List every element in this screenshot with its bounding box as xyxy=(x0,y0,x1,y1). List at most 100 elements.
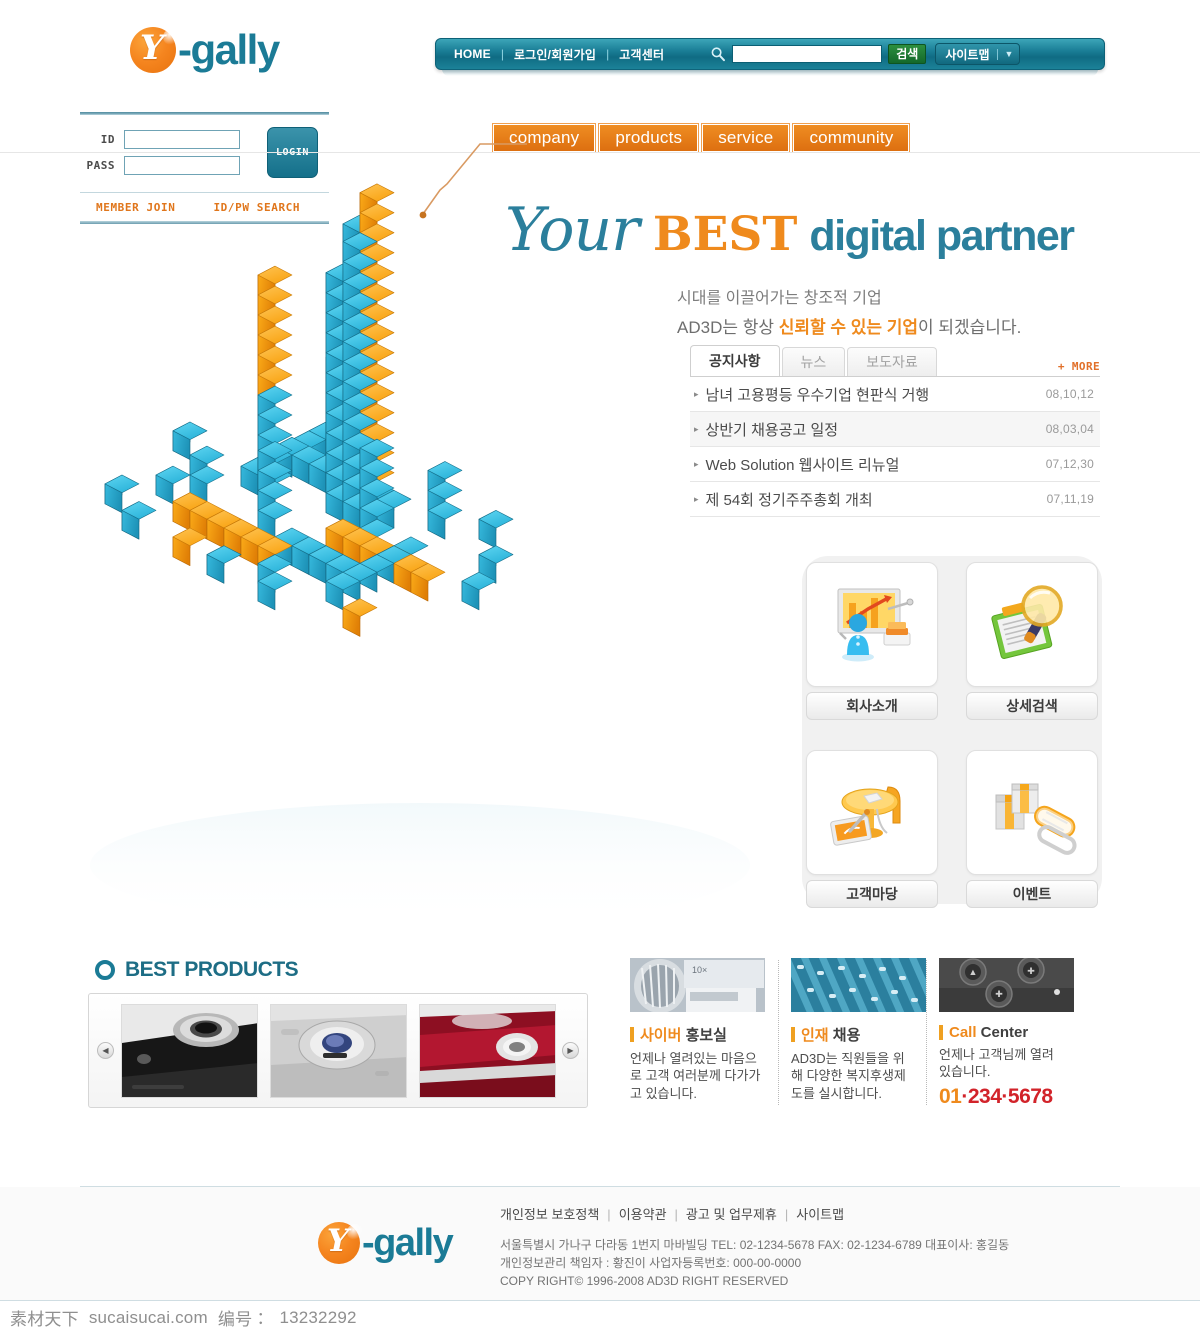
hero-sub2-highlight: 신뢰할 수 있는 기업 xyxy=(778,318,919,337)
pass-label: PASS xyxy=(86,159,115,172)
watermark-id-label: 编号： xyxy=(217,1310,270,1329)
notice-row[interactable]: ▸ Web Solution 웹사이트 리뉴얼 07,12,30 xyxy=(690,447,1100,482)
search-input[interactable] xyxy=(732,45,883,63)
slider-items xyxy=(120,1003,556,1098)
product-thumb[interactable] xyxy=(269,1003,407,1098)
quick-menu-label[interactable]: 회사소개 xyxy=(806,692,938,720)
sitemap-label: 사이트맵 xyxy=(945,47,990,62)
info-heading: 인재 채용 xyxy=(791,1024,916,1045)
menu-item-service[interactable]: service xyxy=(702,124,790,152)
sitemap-dropdown-button[interactable]: 사이트맵 ▼ xyxy=(935,43,1021,65)
hero-word-best: BEST xyxy=(652,207,798,262)
quick-menu-label[interactable]: 이벤트 xyxy=(966,880,1098,908)
menu-item-community[interactable]: community xyxy=(793,124,910,152)
quick-menu-panel: 회사소개 상세검색 고객마당 이벤트 xyxy=(802,556,1102,908)
control-buttons-photo: ▲✚✚ xyxy=(939,956,1074,1012)
top-navigation-bar: HOME | 로그인/회원가입 | 고객센터 검색 사이트맵 ▼ xyxy=(435,38,1105,76)
main-menu: company products service community xyxy=(493,124,910,152)
gift-box-icon xyxy=(995,783,1077,855)
topnav-link-customer-center[interactable]: 고객센터 xyxy=(609,46,674,63)
tab-press[interactable]: 보도자료 xyxy=(847,347,937,376)
notice-row[interactable]: ▸ 상반기 채용공고 일정 08,03,04 xyxy=(690,412,1100,447)
footer-logo-mark-icon: Y xyxy=(318,1222,363,1264)
hero-sub2-pre: AD3D는 항상 xyxy=(677,318,779,337)
id-pw-search-link[interactable]: ID/PW SEARCH xyxy=(213,201,300,214)
tab-notice[interactable]: 공지사항 xyxy=(690,345,780,376)
quick-menu-label[interactable]: 고객마당 xyxy=(806,880,938,908)
info-box-pr: 10× 사이버 홍보실 언제나 열려있는 마음으로 고객 여러분께 다가가고 있… xyxy=(630,958,778,1109)
footer-link-ads[interactable]: 광고 및 업무제휴 xyxy=(686,1207,777,1222)
quick-menu-item-search[interactable]: 상세검색 xyxy=(966,562,1098,722)
slider-next-button[interactable]: ▶ xyxy=(562,1042,579,1059)
notice-row[interactable]: ▸ 제 54회 정기주주총회 개최 07,11,19 xyxy=(690,482,1100,517)
quick-menu-item-company[interactable]: 회사소개 xyxy=(806,562,938,722)
best-products-slider: ◀ ▶ xyxy=(88,993,588,1108)
footer-logo[interactable]: Y -gally xyxy=(318,1222,454,1264)
notice-date: 08,10,12 xyxy=(1045,387,1094,401)
camera-lens-photo: 10× xyxy=(630,958,765,1013)
info-heading: 사이버 홍보실 xyxy=(630,1024,768,1045)
product-thumb[interactable] xyxy=(418,1003,556,1098)
footer-link-terms[interactable]: 이용약관 xyxy=(619,1207,667,1222)
accent-bar-icon xyxy=(630,1027,634,1042)
topnav-link-home[interactable]: HOME xyxy=(444,47,501,61)
footer-links: 개인정보 보호정책 | 이용약관 | 광고 및 업무제휴 | 사이트맵 xyxy=(500,1204,844,1223)
footer-link-sitemap[interactable]: 사이트맵 xyxy=(796,1207,844,1222)
password-input[interactable] xyxy=(124,156,240,175)
footer-link-privacy[interactable]: 개인정보 보호정책 xyxy=(500,1207,599,1222)
watermark-id-value: 13232292 xyxy=(279,1307,357,1327)
best-products-title: BEST PRODUCTS xyxy=(125,958,299,981)
accent-bar-icon xyxy=(791,1027,795,1042)
search-icon xyxy=(711,47,726,62)
notice-date: 07,12,30 xyxy=(1045,457,1094,471)
notice-board-tabs: 공지사항 뉴스 보도자료 + MORE xyxy=(690,345,1100,376)
stock-site-watermark: 素材天下 sucaisucai.com 编号： 13232292 xyxy=(10,1302,357,1333)
logo-mark-icon: Y xyxy=(130,27,179,73)
watermark-site-url: sucaisucai.com xyxy=(88,1307,208,1327)
info-body: AD3D는 직원들을 위해 다양한 복지후생제도를 실시합니다. xyxy=(791,1051,906,1101)
watermark-divider xyxy=(0,1300,1200,1301)
hero-heading-block: Your BEST digital partner 시대를 이끌어가는 창조적 … xyxy=(505,200,1105,338)
quick-menu-grid: 회사소개 상세검색 고객마당 이벤트 xyxy=(802,556,1102,916)
hero-sub2-post: 이 되겠습니다. xyxy=(918,318,1022,337)
footer-separator: | xyxy=(784,1207,789,1222)
topnav-link-login-join[interactable]: 로그인/회원가입 xyxy=(504,46,606,63)
notice-row[interactable]: ▸ 남녀 고용평등 우수기업 현판식 거행 08,10,12 xyxy=(690,377,1100,412)
notice-title: Web Solution 웹사이트 리뉴얼 xyxy=(705,456,900,474)
login-row-id: ID xyxy=(80,130,260,149)
login-helper-links: MEMBER JOIN ID/PW SEARCH xyxy=(80,193,329,221)
logo-y-glyph: Y xyxy=(139,28,165,68)
info-boxes: 10× 사이버 홍보실 언제나 열려있는 마음으로 고객 여러분께 다가가고 있… xyxy=(630,952,1100,1109)
notice-title: 상반기 채용공고 일정 xyxy=(705,421,839,439)
member-join-link[interactable]: MEMBER JOIN xyxy=(96,201,175,214)
slider-prev-button[interactable]: ◀ xyxy=(97,1042,114,1059)
quick-menu-label[interactable]: 상세검색 xyxy=(966,692,1098,720)
logo-wordmark: -gally xyxy=(178,26,280,73)
product-silver-phone-image xyxy=(270,1004,406,1097)
info-box-call-center: ▲✚✚ Call Center 언제나 고객님께 열려있습니다. 01·234·… xyxy=(926,956,1074,1109)
id-input[interactable] xyxy=(124,130,240,149)
presentation-chart-icon xyxy=(837,588,914,661)
hero-subtitle-1: 시대를 이끌어가는 창조적 기업 xyxy=(677,290,882,307)
menu-item-products[interactable]: products xyxy=(599,124,699,152)
tab-news[interactable]: 뉴스 xyxy=(781,347,846,376)
info-body: 언제나 고객님께 열려있습니다. xyxy=(939,1047,1054,1080)
more-link[interactable]: + MORE xyxy=(1058,360,1100,373)
accent-bar-icon xyxy=(939,1025,943,1040)
info-thumb: 10× xyxy=(630,958,765,1016)
bullet-icon: ▸ xyxy=(694,423,699,434)
hero-headline: Your BEST digital partner xyxy=(505,200,1105,272)
footer-logo-wordmark: -gally xyxy=(362,1222,454,1264)
search-button[interactable]: 검색 xyxy=(888,44,927,64)
site-logo[interactable]: Y -gally xyxy=(130,24,280,76)
product-thumb[interactable] xyxy=(120,1003,258,1098)
footer-logo-y-glyph: Y xyxy=(326,1222,350,1259)
info-heading-text: 사이버 홍보실 xyxy=(640,1027,727,1044)
id-label: ID xyxy=(100,133,115,146)
footer-separator: | xyxy=(674,1207,678,1222)
notice-date: 08,03,04 xyxy=(1045,422,1094,436)
quick-menu-item-event[interactable]: 이벤트 xyxy=(966,750,1098,910)
quick-menu-item-customer[interactable]: 고객마당 xyxy=(806,750,938,910)
notice-title: 제 54회 정기주주총회 개최 xyxy=(705,491,873,509)
product-red-phone-image xyxy=(419,1004,555,1097)
